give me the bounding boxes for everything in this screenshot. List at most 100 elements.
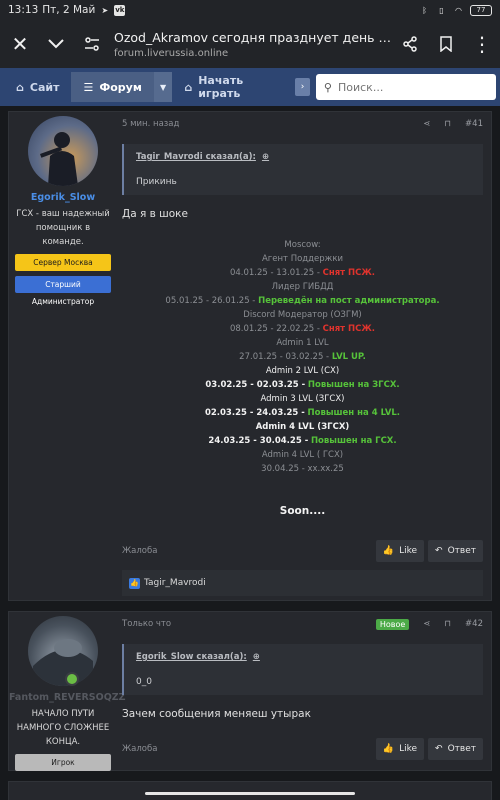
role-badge: Игрок: [15, 754, 111, 771]
post: Egorik_Slow ГСХ - ваш надежный помощник …: [8, 111, 492, 601]
history-line: 05.01.25 - 26.01.25 - Переведён на пост …: [165, 296, 440, 306]
post-header: Только что Новое ⋖ ⊓ #42: [122, 614, 483, 634]
history-line: 24.03.25 - 30.04.25 - Повышен на ГСХ.: [208, 436, 397, 446]
history-line: 03.02.25 - 02.03.25 - Повышен на ЗГСХ.: [205, 380, 400, 390]
tab-start-playing[interactable]: ⌂ Начать играть: [172, 72, 293, 102]
avatar[interactable]: [28, 116, 98, 186]
report-link[interactable]: Жалоба: [122, 546, 157, 556]
history-line: 08.01.25 - 22.02.25 - Снят ПСЖ.: [229, 324, 376, 334]
history-line: Admin 3 LVL (ЗГСХ): [260, 394, 345, 404]
tab-forum[interactable]: ☰ Форум: [71, 72, 154, 102]
username[interactable]: Egorik_Slow: [9, 192, 117, 203]
chevron-down-icon[interactable]: [38, 26, 74, 62]
like-button[interactable]: 👍 Like: [375, 738, 425, 760]
forum-dropdown-toggle[interactable]: ▼: [153, 72, 173, 102]
reply-icon: ↶: [435, 546, 443, 556]
quote-text: 0_0: [136, 677, 152, 687]
history-line: 04.01.25 - 13.01.25 - Снят ПСЖ.: [229, 268, 376, 278]
history-line: 02.03.25 - 24.03.25 - Повышен на 4 LVL.: [204, 408, 401, 418]
user-title: ГСХ - ваш надежный помощник в команде.: [16, 209, 110, 247]
avatar[interactable]: [28, 616, 98, 686]
quote-author[interactable]: Egorik_Slow сказал(а): ⊕: [136, 652, 471, 662]
site-settings-icon[interactable]: [74, 26, 110, 62]
bookmark-icon[interactable]: ⊓: [444, 119, 451, 129]
tab-site[interactable]: ⌂ Сайт: [4, 72, 71, 102]
likes-bar: 👍 Tagir_Mavrodi: [122, 570, 483, 596]
user-info: Egorik_Slow ГСХ - ваш надежный помощник …: [9, 112, 117, 306]
post-body: 5 мин. назад ⋖ ⊓ #41 Tagir_Mavrodi сказа…: [122, 112, 483, 517]
history-line: Admin 4 LVL ( ГСХ): [261, 450, 344, 460]
more-vertical-icon[interactable]: ⋮: [464, 26, 500, 62]
vibrate-icon: ▯: [439, 5, 444, 15]
reply-button[interactable]: ↶ Ответ: [428, 540, 483, 562]
history-line: Admin 4 LVL (ЗГСХ): [255, 422, 350, 432]
arrow-up-icon[interactable]: ⊕: [253, 652, 260, 662]
search-input[interactable]: [337, 80, 488, 94]
user-info: Fantom_REVERSOQZZ НАЧАЛО ПУТИ НАМНОГО СЛ…: [9, 612, 126, 771]
clock: 13:13: [8, 4, 39, 16]
career-history: Moscow: Агент Поддержки 04.01.25 - 13.01…: [122, 238, 483, 476]
post: [8, 781, 492, 800]
reply-icon: ↶: [435, 744, 443, 754]
post-text: Да я в шоке: [122, 208, 188, 220]
history-line: Агент Поддержки: [261, 254, 343, 264]
vk-icon: vk: [114, 4, 126, 16]
gesture-bar[interactable]: [145, 792, 355, 795]
liked-by[interactable]: Tagir_Mavrodi: [144, 578, 206, 588]
thumbs-up-icon: 👍: [382, 546, 395, 556]
post-time[interactable]: Только что: [122, 619, 171, 629]
post-footer: Жалоба 👍 Like ↶ Ответ: [122, 738, 483, 760]
forum-navigation: ⌂ Сайт ☰ Форум ▼ ⌂ Начать играть › ⚲: [0, 68, 500, 106]
page-address[interactable]: Ozod_Akramov сегодня празднует день рожд…: [110, 30, 392, 59]
history-line: Admin 2 LVL (СХ): [265, 366, 340, 376]
history-line: 27.01.25 - 03.02.25 - LVL UP.: [239, 352, 366, 362]
history-line: Discord Модератор (ОЗГМ): [243, 310, 362, 320]
soon-text: Soon....: [279, 505, 326, 517]
search-box[interactable]: ⚲: [315, 74, 496, 100]
share-icon[interactable]: [392, 26, 428, 62]
page-url: forum.liverussia.online: [114, 47, 229, 59]
quote-text: Прикинь: [136, 177, 177, 187]
role-badge: Старший Администратор: [15, 276, 111, 306]
like-button[interactable]: 👍 Like: [375, 540, 425, 562]
history-line: 30.04.25 - xx.xx.25: [261, 464, 344, 474]
reply-button[interactable]: ↶ Ответ: [428, 738, 483, 760]
share-icon[interactable]: ⋖: [423, 119, 430, 129]
search-icon: ⚲: [323, 80, 332, 94]
thumbs-up-icon: 👍: [382, 744, 395, 754]
server-badge: Сервер Москва: [15, 254, 111, 271]
post-text: Зачем сообщения меняеш утырак: [122, 708, 311, 720]
chat-bubbles-icon: ☰: [83, 80, 94, 94]
close-icon[interactable]: ✕: [2, 26, 38, 62]
post-time[interactable]: 5 мин. назад: [122, 119, 179, 129]
bookmark-icon[interactable]: ⊓: [444, 619, 451, 629]
history-line: Лидер ГИБДД: [271, 282, 334, 292]
bluetooth-icon: ᛒ: [422, 5, 427, 15]
history-line: Moscow:: [284, 240, 321, 250]
post-header: 5 мин. назад ⋖ ⊓ #41: [122, 114, 483, 134]
post-footer: Жалоба 👍 Like ↶ Ответ: [122, 540, 483, 562]
wifi-icon: ◠: [455, 5, 462, 15]
quote-block: Egorik_Slow сказал(а): ⊕ 0_0: [122, 644, 483, 695]
new-badge: Новое: [375, 618, 410, 630]
battery-icon: 77: [470, 4, 492, 16]
quote-author[interactable]: Tagir_Mavrodi сказал(а): ⊕: [136, 152, 471, 162]
tag-icon: ⌂: [16, 80, 24, 94]
post: Fantom_REVERSOQZZ НАЧАЛО ПУТИ НАМНОГО СЛ…: [8, 611, 492, 771]
browser-toolbar: ✕ Ozod_Akramov сегодня празднует день ро…: [0, 20, 500, 68]
telegram-icon: ➤: [101, 5, 109, 15]
arrow-up-icon[interactable]: ⊕: [262, 152, 269, 162]
date: Пт, 2 Май: [42, 4, 96, 16]
post-number[interactable]: #41: [465, 119, 483, 129]
quote-block: Tagir_Mavrodi сказал(а): ⊕ Прикинь: [122, 144, 483, 195]
tag-icon: ⌂: [184, 80, 193, 94]
online-status-icon: [65, 672, 79, 686]
like-reaction-icon: 👍: [129, 577, 140, 589]
page-title: Ozod_Akramov сегодня празднует день рожд…: [114, 29, 392, 45]
username[interactable]: Fantom_REVERSOQZZ: [9, 692, 126, 703]
bookmark-icon[interactable]: [428, 26, 464, 62]
share-icon[interactable]: ⋖: [423, 619, 430, 629]
nav-scroll-right-button[interactable]: ›: [295, 78, 310, 96]
post-number[interactable]: #42: [465, 619, 483, 629]
report-link[interactable]: Жалоба: [122, 744, 157, 754]
